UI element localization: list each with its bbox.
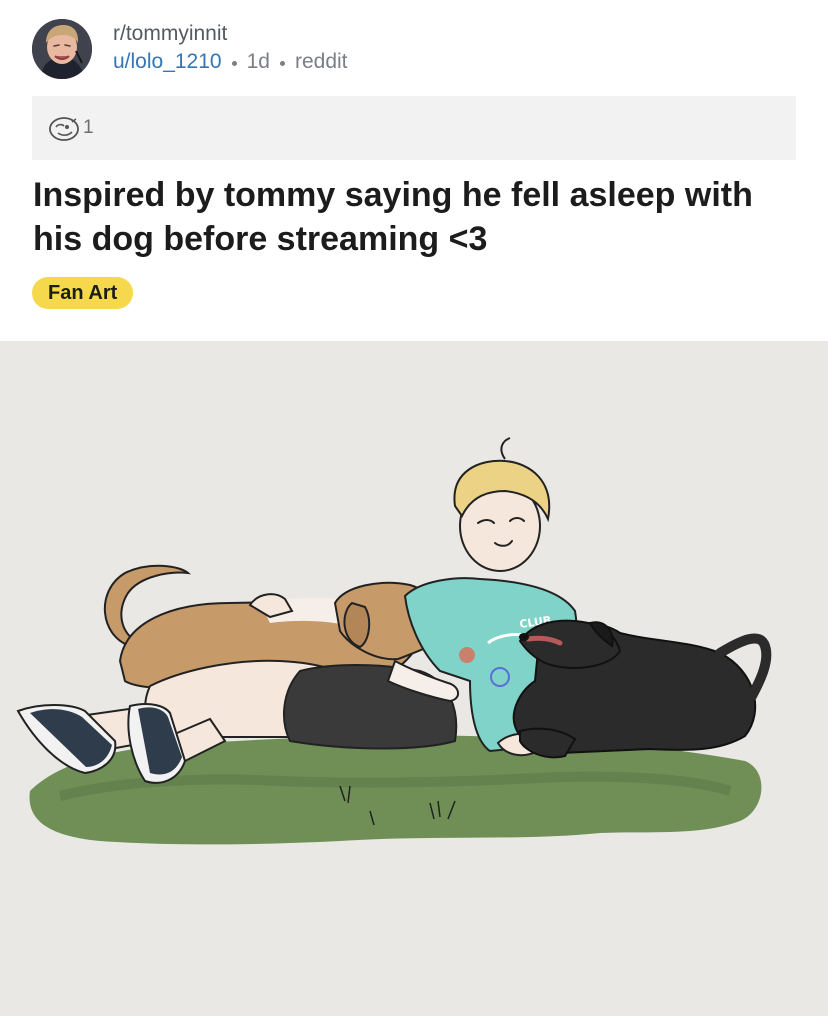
post-image[interactable]: CLUB bbox=[0, 341, 828, 1016]
post-flair[interactable]: Fan Art bbox=[32, 277, 134, 309]
post-source: reddit bbox=[294, 50, 348, 73]
awards-bar[interactable]: 1 bbox=[32, 96, 796, 160]
separator-dot bbox=[231, 60, 237, 66]
post-age: 1d bbox=[246, 50, 270, 73]
subreddit-name[interactable]: r/tommyinnit bbox=[113, 21, 348, 47]
byline: u/lolo_1210 1d reddit bbox=[113, 47, 348, 77]
post-title[interactable]: Inspired by tommy saying he fell asleep … bbox=[33, 173, 803, 261]
post-header: r/tommyinnit u/lolo_1210 1d reddit bbox=[32, 14, 348, 84]
author-username[interactable]: u/lolo_1210 bbox=[113, 47, 222, 77]
emoji-face-award-icon bbox=[48, 114, 80, 142]
subreddit-avatar[interactable] bbox=[32, 19, 92, 79]
separator-dot bbox=[279, 60, 285, 66]
award-count: 1 bbox=[83, 117, 94, 138]
post-meta: r/tommyinnit u/lolo_1210 1d reddit bbox=[113, 21, 348, 77]
